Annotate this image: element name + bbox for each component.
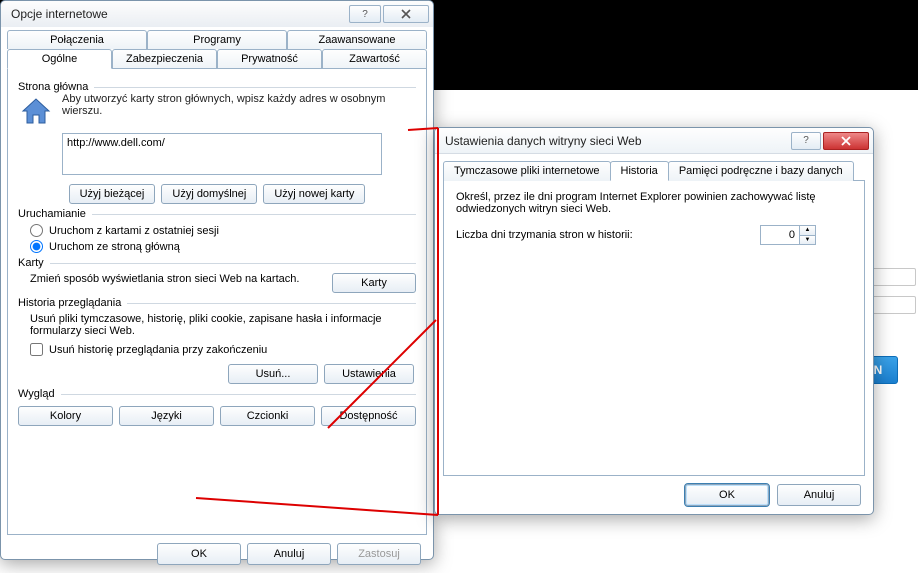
webdialog-help-button[interactable]: ?	[791, 132, 821, 150]
webdialog-titlebar[interactable]: Ustawienia danych witryny sieci Web ?	[435, 128, 873, 154]
group-appearance-label: Wygląd	[18, 388, 55, 400]
spinner-down-button[interactable]: ▼	[800, 236, 815, 245]
startup-last-label: Uruchom z kartami z ostatniej sesji	[49, 225, 219, 237]
group-tabs-label: Karty	[18, 257, 44, 269]
webdialog-close-button[interactable]	[823, 132, 869, 150]
history-keep-description: Określ, przez ile dni program Internet E…	[456, 191, 816, 215]
close-icon	[840, 136, 852, 146]
history-settings-button[interactable]: Ustawienia	[324, 364, 414, 384]
internet-options-dialog: Opcje internetowe ? Połączenia Programy …	[0, 0, 434, 560]
accessibility-button[interactable]: Dostępność	[321, 406, 416, 426]
colors-button[interactable]: Kolory	[18, 406, 113, 426]
spinner-up-button[interactable]: ▲	[800, 226, 815, 236]
webdialog-title-text: Ustawienia danych witryny sieci Web	[445, 134, 789, 148]
home-description: Aby utworzyć karty stron głównych, wpisz…	[62, 93, 416, 129]
group-startup-label: Uruchamianie	[18, 208, 86, 220]
use-newtab-button[interactable]: Użyj nowej karty	[263, 184, 365, 204]
webtab-caches[interactable]: Pamięci podręczne i bazy danych	[668, 161, 854, 181]
ok-button[interactable]: OK	[157, 543, 241, 565]
group-startup: Uruchamianie	[18, 208, 416, 220]
dialog-titlebar[interactable]: Opcje internetowe ?	[1, 1, 433, 27]
tab-security[interactable]: Zabezpieczenia	[112, 49, 217, 69]
home-url-input[interactable]	[62, 133, 382, 175]
webdialog-ok-button[interactable]: OK	[685, 484, 769, 506]
group-home-label: Strona główna	[18, 81, 88, 93]
webdialog-history-panel: Określ, przez ile dni program Internet E…	[443, 180, 865, 476]
close-button[interactable]	[383, 5, 429, 23]
cancel-button[interactable]: Anuluj	[247, 543, 331, 565]
webtab-tempfiles[interactable]: Tymczasowe pliki internetowe	[443, 161, 611, 181]
dialog-title-text: Opcje internetowe	[11, 7, 347, 21]
website-data-dialog: Ustawienia danych witryny sieci Web ? Ty…	[434, 127, 874, 515]
general-tab-panel: Strona główna Aby utworzyć karty stron g…	[7, 68, 427, 535]
help-button[interactable]: ?	[349, 5, 381, 23]
days-input[interactable]	[761, 226, 799, 244]
use-current-button[interactable]: Użyj bieżącej	[69, 184, 156, 204]
group-appearance: Wygląd	[18, 388, 416, 400]
startup-home-option[interactable]: Uruchom ze stroną główną	[30, 240, 416, 253]
tab-general[interactable]: Ogólne	[7, 49, 112, 69]
delete-on-exit-checkbox[interactable]	[30, 343, 43, 356]
tab-privacy[interactable]: Prywatność	[217, 49, 322, 69]
tab-connections[interactable]: Połączenia	[7, 30, 147, 49]
apply-button[interactable]: Zastosuj	[337, 543, 421, 565]
days-spinner[interactable]: ▲ ▼	[760, 225, 816, 245]
startup-home-radio[interactable]	[30, 240, 43, 253]
delete-history-button[interactable]: Usuń...	[228, 364, 318, 384]
group-home: Strona główna	[18, 81, 416, 93]
tabs-description: Zmień sposób wyświetlania stron sieci We…	[30, 273, 324, 285]
fonts-button[interactable]: Czcionki	[220, 406, 315, 426]
delete-on-exit-label: Usuń historię przeglądania przy zakończe…	[49, 344, 267, 356]
webdialog-tabs: Tymczasowe pliki internetowe Historia Pa…	[443, 160, 865, 180]
home-icon	[18, 93, 54, 129]
use-default-button[interactable]: Użyj domyślnej	[161, 184, 257, 204]
tabs-container: Połączenia Programy Zaawansowane Ogólne …	[7, 29, 427, 68]
startup-last-session-option[interactable]: Uruchom z kartami z ostatniej sesji	[30, 224, 416, 237]
group-tabs: Karty	[18, 257, 416, 269]
dialog-footer: OK Anuluj Zastosuj	[1, 535, 433, 573]
tab-programs[interactable]: Programy	[147, 30, 287, 49]
group-history-label: Historia przeglądania	[18, 297, 121, 309]
tabs-settings-button[interactable]: Karty	[332, 273, 416, 293]
history-description: Usuń pliki tymczasowe, historię, pliki c…	[30, 313, 416, 337]
startup-home-label: Uruchom ze stroną główną	[49, 241, 180, 253]
days-label: Liczba dni trzymania stron w historii:	[456, 229, 633, 241]
webtab-history[interactable]: Historia	[610, 161, 669, 181]
webdialog-cancel-button[interactable]: Anuluj	[777, 484, 861, 506]
languages-button[interactable]: Języki	[119, 406, 214, 426]
tab-advanced[interactable]: Zaawansowane	[287, 30, 427, 49]
webdialog-footer: OK Anuluj	[435, 476, 873, 514]
tab-content[interactable]: Zawartość	[322, 49, 427, 69]
close-icon	[401, 9, 411, 19]
group-history: Historia przeglądania	[18, 297, 416, 309]
startup-last-radio[interactable]	[30, 224, 43, 237]
